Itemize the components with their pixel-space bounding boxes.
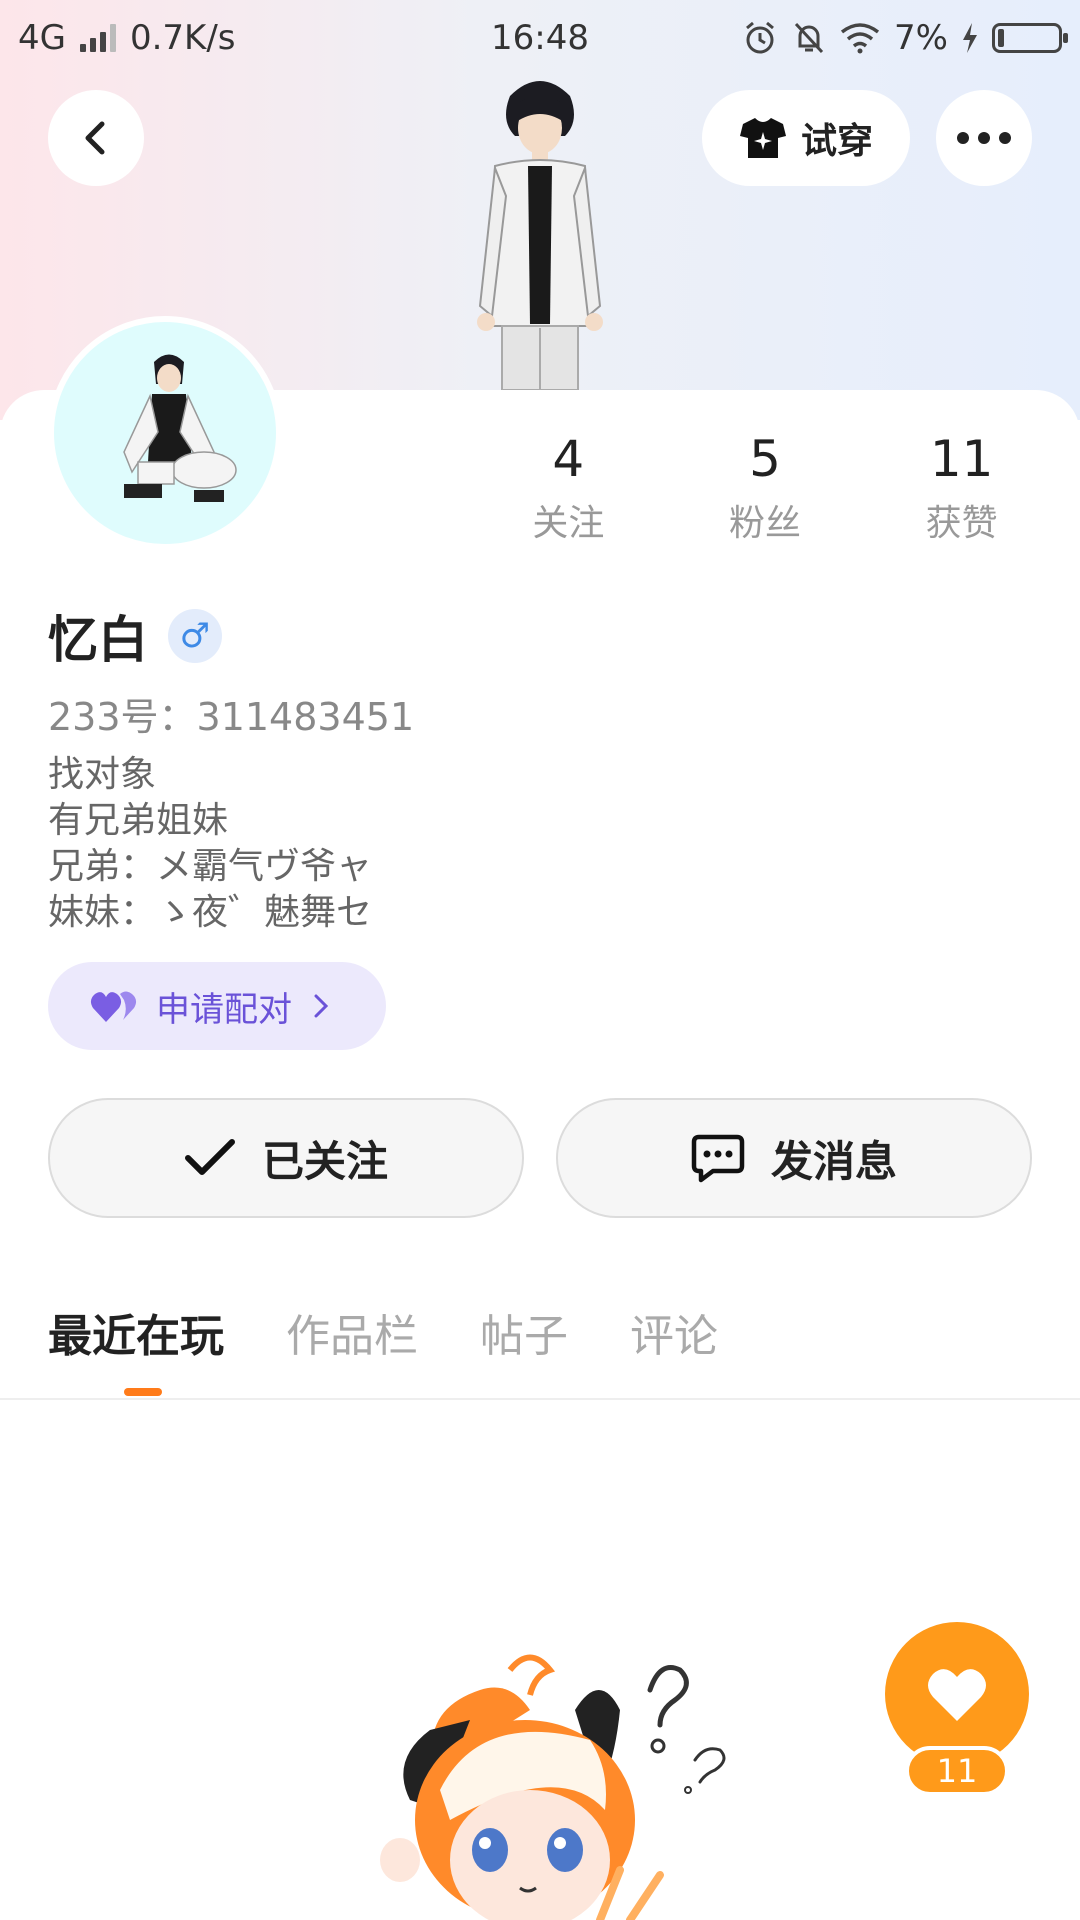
send-message-button[interactable]: 发消息 [556,1098,1032,1218]
battery-icon [992,23,1068,53]
network-speed: 0.7K/s [129,18,236,58]
stat-label: 粉丝 [728,503,801,544]
check-icon [184,1139,235,1175]
empty-state-mascot [380,1654,726,1920]
stat-label: 获赞 [925,503,998,544]
bio-line: 有兄弟姐妹 [48,800,229,841]
try-on-label: 试穿 [800,121,873,162]
chevron-left-icon [85,121,105,155]
send-message-label: 发消息 [770,1136,897,1186]
try-on-button[interactable]: 试穿 [702,90,910,186]
stats-row: 4 关注 5 粉丝 11 获赞 [470,430,1060,546]
following-button[interactable]: 已关注 [48,1098,524,1218]
tabs-divider [0,1398,1080,1400]
mute-bell-icon [794,22,824,54]
network-type: 4G [18,18,66,58]
chevron-right-icon [314,994,329,1018]
stat-following[interactable]: 4 关注 [478,430,658,546]
bio-line: 妹妹：ゝ夜゛魅舞セ [48,892,373,933]
user-id: 233号：311483451 [48,695,415,739]
bio-line: 找对象 [48,754,157,795]
stat-value: 11 [929,430,994,488]
status-right: 7% [742,18,1068,58]
clock: 16:48 [491,18,589,58]
tab-works[interactable]: 作品栏 [286,1300,418,1364]
like-count: 11 [905,1746,1009,1796]
stat-label: 关注 [532,503,605,544]
status-left: 4G 0.7K/s [18,18,236,58]
active-tab-indicator [124,1388,162,1396]
wifi-icon [840,23,880,54]
username: 忆白 [48,611,148,669]
tab-posts[interactable]: 帖子 [480,1300,568,1364]
back-button[interactable] [48,90,144,186]
charging-icon [963,23,977,53]
like-button[interactable] [885,1622,1029,1766]
apply-pair-label: 申请配对 [156,989,292,1030]
status-bar: 4G 0.7K/s 16:48 7% [0,0,1080,76]
name-row: 忆白 ♂ [48,600,222,672]
shirt-icon [739,118,786,158]
tab-comments[interactable]: 评论 [630,1300,718,1364]
avatar[interactable] [48,316,282,550]
heart-icon [928,1669,986,1721]
apply-pair-button[interactable]: 申请配对 [48,962,386,1050]
battery-percent: 7% [894,18,948,58]
stat-value: 4 [552,430,585,488]
bio: 找对象 有兄弟姐妹 兄弟：メ霸气ヴ爷ャ 妹妹：ゝ夜゛魅舞セ [48,752,372,936]
alarm-icon [746,21,775,54]
chat-bubble-icon [691,1134,745,1183]
following-label: 已关注 [261,1136,388,1186]
profile-tabs: 最近在玩 作品栏 帖子 评论 [48,1300,718,1364]
hearts-icon [90,991,137,1022]
stat-followers[interactable]: 5 粉丝 [675,430,855,546]
character-figure [477,81,603,390]
more-dots-icon [957,132,1011,144]
stat-likes[interactable]: 11 获赞 [872,430,1052,546]
tab-recently-played[interactable]: 最近在玩 [48,1300,224,1364]
bio-line: 兄弟：メ霸气ヴ爷ャ [48,846,373,887]
avatar-character [123,354,237,502]
signal-icon [79,24,116,52]
stat-value: 5 [749,430,781,488]
more-button[interactable] [936,90,1032,186]
male-icon: ♂ [168,609,222,663]
